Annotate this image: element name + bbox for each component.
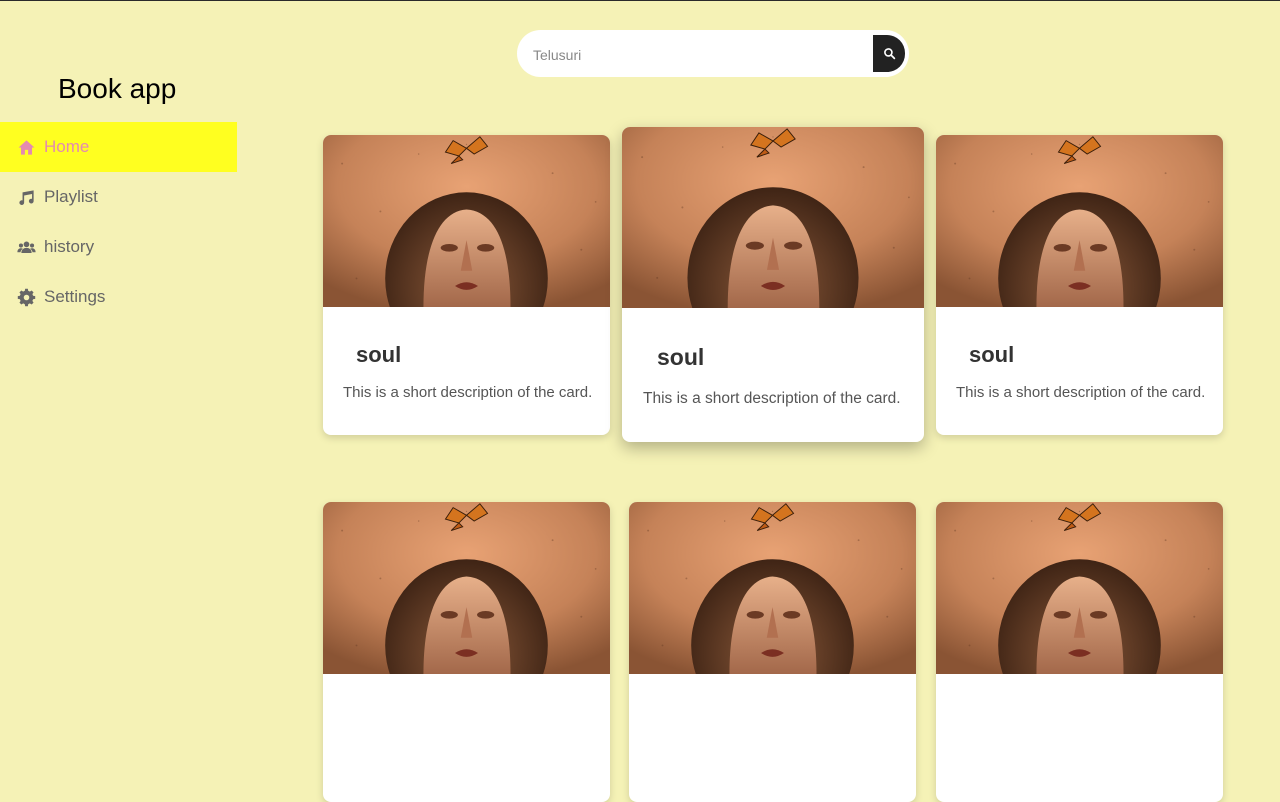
- card[interactable]: [323, 502, 610, 802]
- card-image: [936, 502, 1223, 674]
- card-image: [629, 502, 916, 674]
- card-title: soul: [356, 342, 402, 367]
- sidebar-item-history[interactable]: history: [0, 222, 237, 272]
- card-description: This is a short description of the card.: [643, 390, 901, 407]
- sidebar-item-label: Settings: [44, 287, 106, 306]
- card[interactable]: soul This is a short description of the …: [936, 135, 1223, 435]
- music-icon: [16, 187, 36, 207]
- card-description: This is a short description of the card.: [343, 384, 593, 401]
- app-title: Book app: [58, 73, 177, 104]
- sidebar-nav: Home Playlist history Settings: [0, 122, 237, 322]
- card-title: soul: [969, 342, 1015, 367]
- sidebar-item-label: history: [44, 237, 95, 256]
- card-description: This is a short description of the card.: [956, 384, 1206, 401]
- card-title: soul: [657, 344, 705, 370]
- card-image: [323, 502, 610, 674]
- card-image: [323, 135, 610, 307]
- sidebar-item-playlist[interactable]: Playlist: [0, 172, 237, 222]
- search-input[interactable]: [531, 30, 875, 79]
- search-bar: [517, 30, 909, 79]
- card[interactable]: soul This is a short description of the …: [323, 135, 610, 435]
- home-icon: [16, 137, 36, 157]
- card[interactable]: [629, 502, 916, 802]
- sidebar-item-settings[interactable]: Settings: [0, 272, 237, 322]
- gear-icon: [16, 287, 36, 307]
- search-button[interactable]: [873, 35, 905, 72]
- card-image: [622, 127, 924, 308]
- sidebar-item-label: Playlist: [44, 187, 98, 206]
- sidebar-item-label: Home: [44, 137, 90, 156]
- search-icon: [883, 48, 895, 60]
- card[interactable]: soul This is a short description of the …: [622, 127, 924, 442]
- card[interactable]: [936, 502, 1223, 802]
- sidebar-item-home[interactable]: Home: [0, 122, 237, 172]
- sidebar: Book app Home Playlist history Settings: [0, 1, 237, 622]
- card-image: [936, 135, 1223, 307]
- users-icon: [16, 237, 36, 257]
